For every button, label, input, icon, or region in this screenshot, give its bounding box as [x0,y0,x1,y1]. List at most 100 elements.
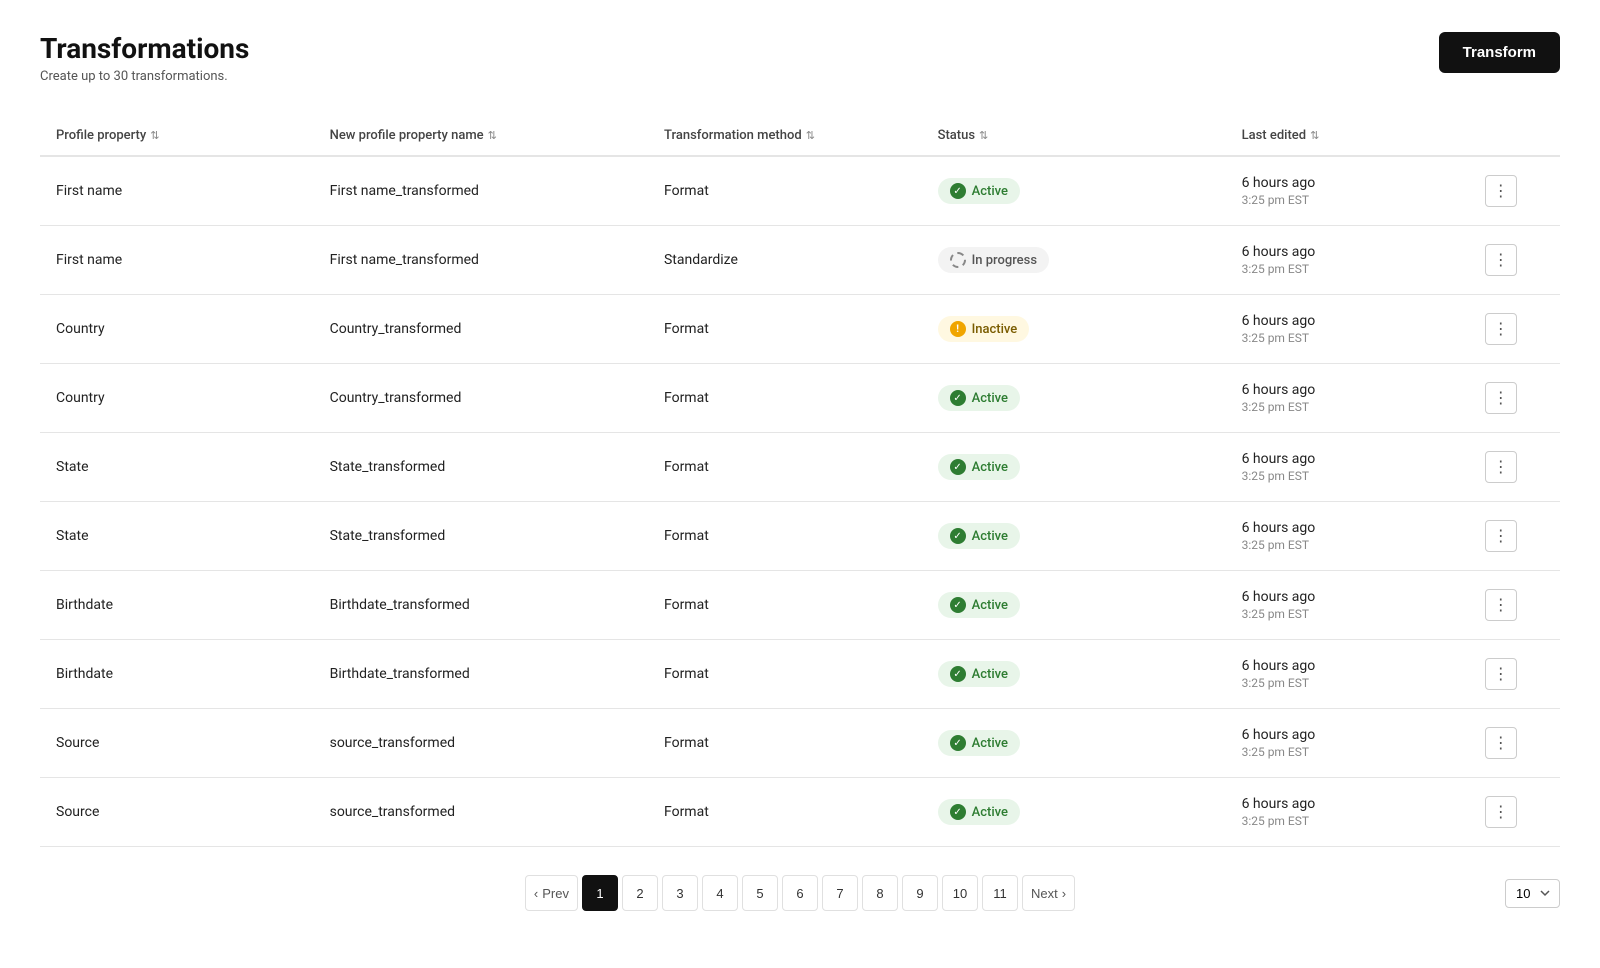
edited-main: 6 hours ago [1242,520,1453,536]
more-options-button[interactable]: ⋮ [1485,175,1517,207]
cell-status: ✓Active [922,156,1226,226]
cell-last-edited: 6 hours ago3:25 pm EST [1226,778,1469,847]
cell-action: ⋮ [1469,502,1560,571]
active-icon: ✓ [950,528,966,544]
table-row: StateState_transformedFormat✓Active6 hou… [40,502,1560,571]
cell-new-name: First name_transformed [314,156,648,226]
transform-button[interactable]: Transform [1439,32,1560,73]
cell-last-edited: 6 hours ago3:25 pm EST [1226,295,1469,364]
cell-action: ⋮ [1469,295,1560,364]
more-options-button[interactable]: ⋮ [1485,244,1517,276]
edited-main: 6 hours ago [1242,175,1453,191]
prev-button[interactable]: ‹ Prev [525,875,578,911]
cell-profile-property: Country [40,364,314,433]
cell-method: Format [648,640,922,709]
cell-profile-property: First name [40,226,314,295]
cell-new-name: First name_transformed [314,226,648,295]
status-badge: ✓Active [938,799,1020,825]
status-badge: ✓Active [938,385,1020,411]
page-button-11[interactable]: 11 [982,875,1018,911]
edited-main: 6 hours ago [1242,796,1453,812]
status-badge: ✓Active [938,730,1020,756]
cell-method: Format [648,295,922,364]
cell-status: ✓Active [922,502,1226,571]
cell-method: Standardize [648,226,922,295]
cell-method: Format [648,433,922,502]
cell-profile-property: Birthdate [40,571,314,640]
page-button-10[interactable]: 10 [942,875,978,911]
status-badge: ✓Active [938,178,1020,204]
cell-profile-property: Source [40,778,314,847]
col-header-method[interactable]: Transformation method ⇅ [648,116,922,156]
cell-method: Format [648,778,922,847]
page-button-9[interactable]: 9 [902,875,938,911]
status-label: Active [972,391,1008,406]
cell-last-edited: 6 hours ago3:25 pm EST [1226,640,1469,709]
per-page-dropdown[interactable]: 102550 [1505,879,1560,908]
more-options-button[interactable]: ⋮ [1485,313,1517,345]
page-button-5[interactable]: 5 [742,875,778,911]
more-options-button[interactable]: ⋮ [1485,658,1517,690]
sort-icon-newname: ⇅ [488,129,497,142]
cell-last-edited: 6 hours ago3:25 pm EST [1226,364,1469,433]
status-badge: ✓ Active [938,454,1020,480]
status-label: Active [972,184,1008,199]
sort-icon-edited: ⇅ [1310,129,1319,142]
cell-profile-property: Source [40,709,314,778]
table-row: Sourcesource_transformedFormat✓Active6 h… [40,778,1560,847]
page-subtitle: Create up to 30 transformations. [40,69,249,84]
page-button-8[interactable]: 8 [862,875,898,911]
table-row: First nameFirst name_transformedStandard… [40,226,1560,295]
col-header-newname[interactable]: New profile property name ⇅ [314,116,648,156]
cell-action: ⋮ [1469,571,1560,640]
cell-status: ! Inactive [922,295,1226,364]
more-options-button[interactable]: ⋮ [1485,382,1517,414]
page-button-1[interactable]: 1 [582,875,618,911]
cell-status: ✓ Active [922,433,1226,502]
more-options-button[interactable]: ⋮ [1485,727,1517,759]
sort-icon-status: ⇅ [979,129,988,142]
page-button-3[interactable]: 3 [662,875,698,911]
cell-new-name: Country_transformed [314,295,648,364]
col-header-profile[interactable]: Profile property ⇅ [40,116,314,156]
cell-last-edited: 6 hours ago3:25 pm EST [1226,709,1469,778]
status-badge: In progress [938,247,1049,273]
cell-profile-property: First name [40,156,314,226]
edited-main: 6 hours ago [1242,658,1453,674]
inactive-icon: ! [950,321,966,337]
cell-new-name: Birthdate_transformed [314,571,648,640]
col-header-status[interactable]: Status ⇅ [922,116,1226,156]
status-label: Active [972,460,1008,475]
more-options-button[interactable]: ⋮ [1485,451,1517,483]
sort-icon-profile: ⇅ [150,129,159,142]
cell-last-edited: 6 hours ago3:25 pm EST [1226,433,1469,502]
cell-action: ⋮ [1469,364,1560,433]
next-button[interactable]: Next › [1022,875,1075,911]
cell-last-edited: 6 hours ago3:25 pm EST [1226,502,1469,571]
page-button-7[interactable]: 7 [822,875,858,911]
more-options-button[interactable]: ⋮ [1485,520,1517,552]
more-options-button[interactable]: ⋮ [1485,796,1517,828]
page-header: Transformations Create up to 30 transfor… [40,32,1560,84]
status-badge: ! Inactive [938,316,1030,342]
page-button-6[interactable]: 6 [782,875,818,911]
active-icon: ✓ [950,459,966,475]
cell-action: ⋮ [1469,709,1560,778]
page-button-4[interactable]: 4 [702,875,738,911]
transformations-table: Profile property ⇅ New profile property … [40,116,1560,847]
edited-sub: 3:25 pm EST [1242,400,1453,414]
status-badge: ✓Active [938,661,1020,687]
more-options-button[interactable]: ⋮ [1485,589,1517,621]
col-header-edited[interactable]: Last edited ⇅ [1226,116,1469,156]
edited-sub: 3:25 pm EST [1242,331,1453,345]
cell-method: Format [648,156,922,226]
edited-main: 6 hours ago [1242,589,1453,605]
status-badge: ✓Active [938,592,1020,618]
status-label: Inactive [972,322,1018,337]
table-row: First nameFirst name_transformedFormat ✓A… [40,156,1560,226]
cell-profile-property: State [40,502,314,571]
cell-action: ⋮ [1469,640,1560,709]
cell-method: Format [648,571,922,640]
page-button-2[interactable]: 2 [622,875,658,911]
status-label: Active [972,598,1008,613]
